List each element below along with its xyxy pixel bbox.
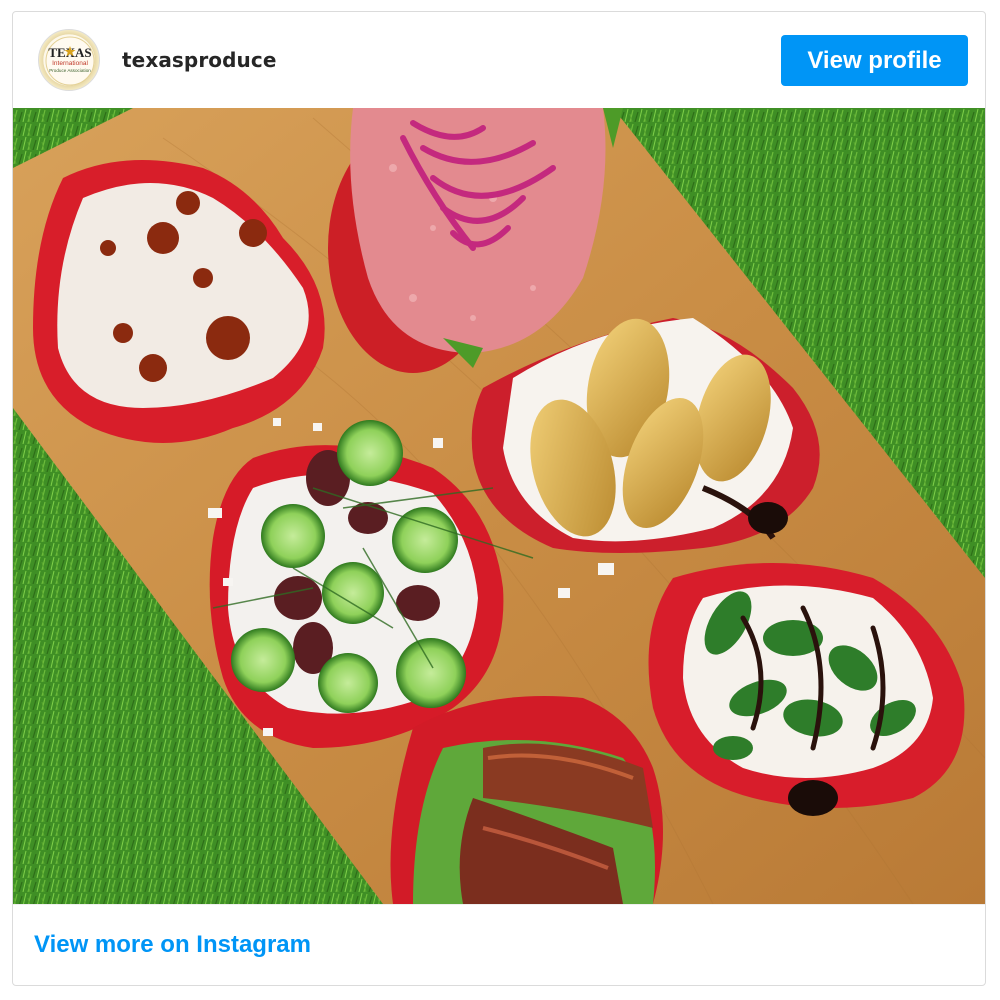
username[interactable]: texasproduce xyxy=(122,48,277,72)
post-photo[interactable] xyxy=(13,108,985,904)
food-board-photo xyxy=(13,108,985,904)
post-footer: View more on Instagram xyxy=(13,904,985,985)
instagram-embed-card: TEXAS International Produce Association … xyxy=(12,11,986,986)
svg-text:International: International xyxy=(52,60,88,67)
post-header: TEXAS International Produce Association … xyxy=(13,12,985,108)
view-profile-button[interactable]: View profile xyxy=(781,35,968,86)
view-more-on-instagram-link[interactable]: View more on Instagram xyxy=(34,931,311,959)
profile-avatar[interactable]: TEXAS International Produce Association xyxy=(38,29,100,91)
svg-text:Produce Association: Produce Association xyxy=(49,68,91,73)
texas-produce-logo-icon: TEXAS International Produce Association xyxy=(45,36,95,86)
blt-pepper-cup xyxy=(390,696,663,904)
